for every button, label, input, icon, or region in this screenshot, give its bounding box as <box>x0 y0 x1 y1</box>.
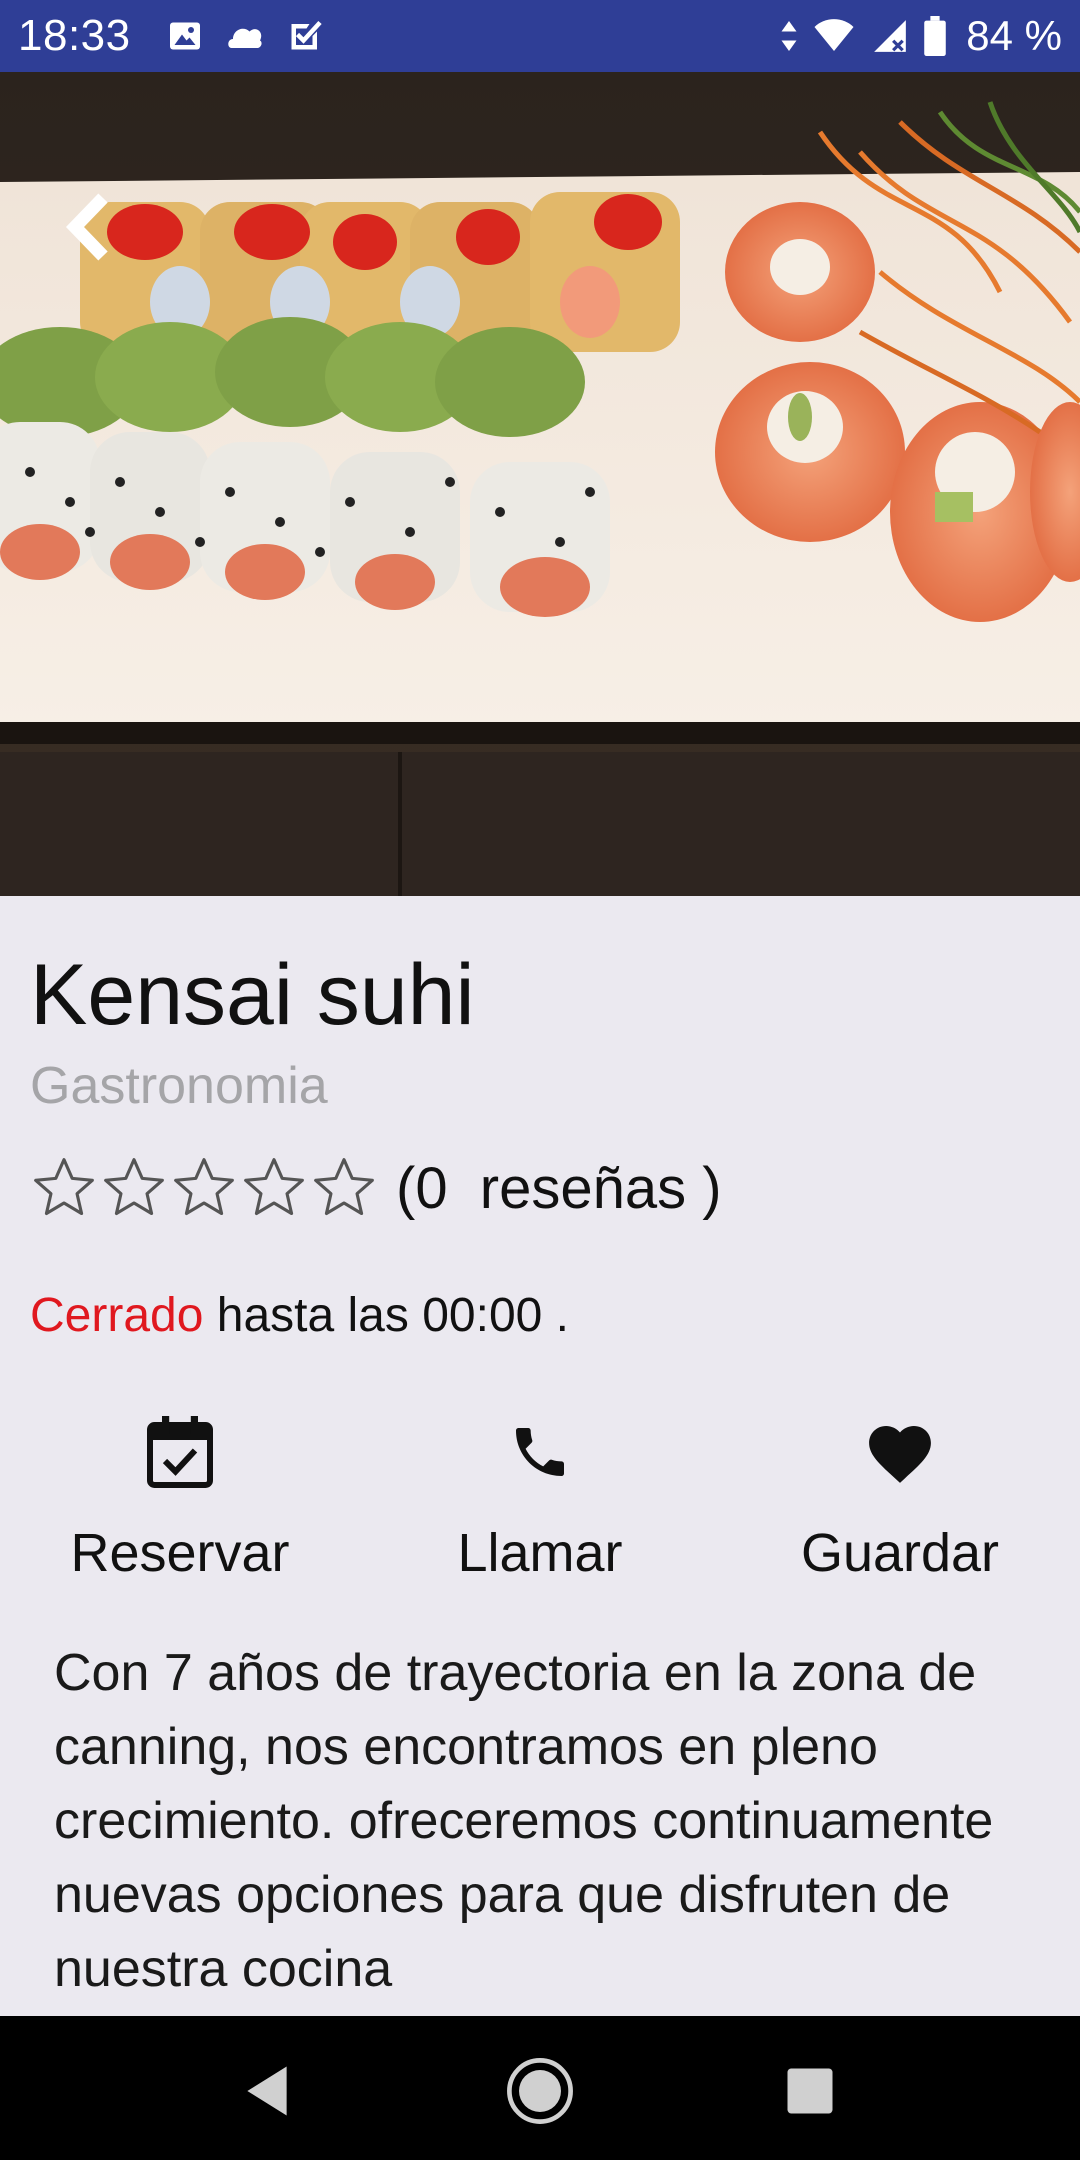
phone-icon <box>508 1406 572 1498</box>
chevron-left-icon <box>65 193 108 261</box>
calendar-check-icon <box>144 1406 216 1498</box>
rating-stars[interactable] <box>30 1154 378 1222</box>
save-label: Guardar <box>800 1523 1000 1583</box>
recents-square-icon <box>787 2068 833 2114</box>
cloud-icon <box>225 18 265 54</box>
status-closed-label: Cerrado <box>30 1289 204 1342</box>
status-system-icons: 84 % <box>780 12 1062 60</box>
status-bar: 18:33 84 % <box>0 0 1080 72</box>
battery-percent: 84 % <box>966 12 1062 59</box>
reserve-button[interactable]: Reservar <box>30 1406 330 1596</box>
opening-status: Cerrado hasta las 00:00 . <box>30 1288 569 1343</box>
save-button[interactable]: Guardar <box>750 1406 1050 1596</box>
reserve-label: Reservar <box>70 1523 290 1583</box>
star-empty-icon <box>314 1158 374 1216</box>
nav-back-button[interactable] <box>222 2046 312 2136</box>
nav-home-button[interactable] <box>495 2046 585 2136</box>
call-button[interactable]: Llamar <box>390 1406 690 1596</box>
sushi-platter-photo <box>0 72 1080 896</box>
place-description: Con 7 años de trayectoria en la zona de … <box>54 1644 994 1998</box>
star-empty-icon <box>34 1158 94 1216</box>
back-triangle-icon <box>247 2066 287 2116</box>
star-empty-icon <box>174 1158 234 1216</box>
battery-icon <box>924 16 947 56</box>
navigation-bar <box>0 2016 1080 2160</box>
image-icon <box>167 18 203 54</box>
home-circle-icon <box>507 2058 573 2124</box>
data-arrows-icon <box>780 18 798 54</box>
review-count[interactable]: (0 reseñas ) <box>396 1155 722 1222</box>
place-title: Kensai suhi <box>30 947 475 1043</box>
action-bar: Reservar Llamar Guardar <box>0 1406 1080 1596</box>
star-empty-icon <box>104 1158 164 1216</box>
heart-icon <box>862 1406 938 1498</box>
status-time: 18:33 <box>18 11 131 60</box>
wifi-icon <box>812 18 856 54</box>
status-hours: hasta las 00:00 . <box>203 1289 569 1342</box>
status-notifications <box>167 18 323 54</box>
place-category: Gastronomia <box>30 1057 328 1115</box>
call-label: Llamar <box>457 1523 623 1583</box>
hero-image <box>0 72 1080 896</box>
checkbox-icon <box>287 18 323 54</box>
back-button[interactable] <box>48 182 128 272</box>
signal-icon <box>870 17 910 55</box>
rating-row: (0 reseñas ) <box>30 1154 722 1222</box>
star-empty-icon <box>244 1158 304 1216</box>
nav-recents-button[interactable] <box>765 2046 855 2136</box>
